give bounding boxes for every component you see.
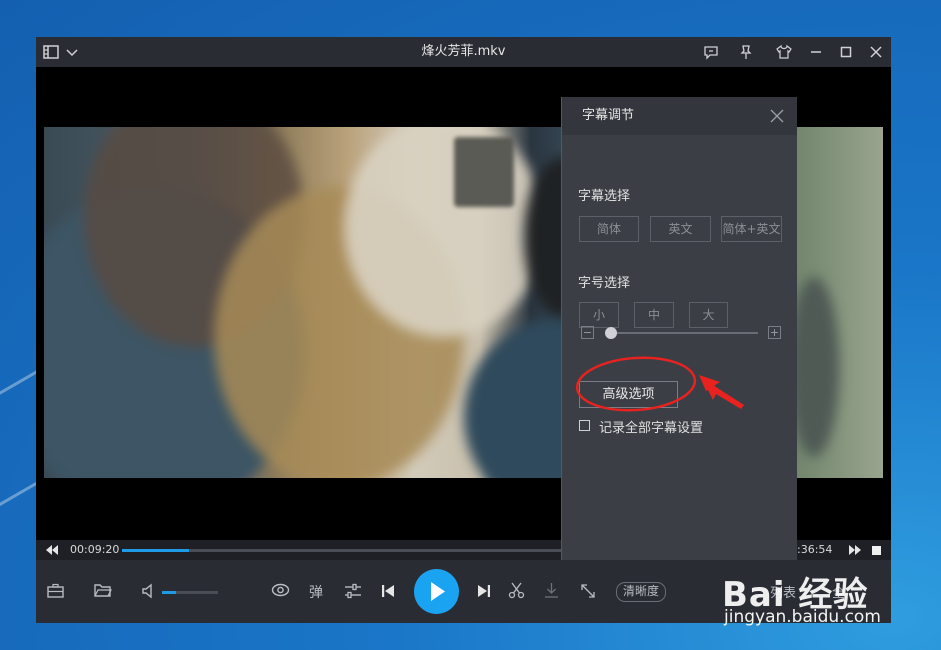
player-window: 烽火芳菲.mkv 00:09:20 1:36:54 弹 清晰度 列表 全 字幕调…: [36, 37, 891, 623]
next-icon[interactable]: [477, 584, 491, 598]
size-slider-handle[interactable]: [605, 327, 617, 339]
watermark-url: jingyan.baidu.com: [724, 607, 881, 627]
panel-title: 字幕调节: [582, 108, 635, 123]
window-title: 烽火芳菲.mkv: [421, 44, 506, 59]
volume-fill: [162, 591, 176, 594]
previous-icon[interactable]: [381, 584, 395, 598]
font-size-medium[interactable]: 中: [634, 302, 674, 328]
fast-forward-icon[interactable]: [848, 544, 862, 556]
stop-icon[interactable]: [872, 546, 881, 555]
equalizer-settings-icon[interactable]: [344, 583, 362, 599]
title-bar: 烽火芳菲.mkv: [36, 37, 891, 67]
font-size-small[interactable]: 小: [579, 302, 619, 328]
current-time: 00:09:20: [70, 543, 120, 556]
maximize-icon[interactable]: [838, 44, 854, 60]
remember-settings-checkbox[interactable]: [579, 420, 590, 431]
seek-bar-fill: [122, 549, 189, 552]
danmaku-button[interactable]: 弹: [309, 582, 323, 602]
close-icon[interactable]: [868, 44, 884, 60]
eye-protection-icon[interactable]: [271, 582, 290, 598]
close-icon[interactable]: [770, 109, 784, 123]
size-decrease-button[interactable]: −: [581, 326, 594, 339]
volume-icon[interactable]: [141, 583, 157, 599]
subtitle-option-english[interactable]: 英文: [650, 216, 711, 242]
panel-header: 字幕调节: [562, 97, 797, 135]
scissors-icon[interactable]: [508, 582, 525, 599]
font-size-large[interactable]: 大: [689, 302, 728, 328]
volume-slider[interactable]: [162, 591, 218, 594]
minimize-icon[interactable]: [808, 44, 824, 60]
subtitle-select-label: 字幕选择: [578, 189, 631, 204]
feedback-icon[interactable]: [703, 44, 719, 60]
toolbox-icon[interactable]: [47, 583, 64, 599]
pin-icon[interactable]: [738, 44, 754, 60]
subtitle-option-simplified[interactable]: 简体: [579, 216, 639, 242]
baidu-watermark: Bai 经验 jingyan.baidu.com: [718, 565, 894, 630]
skin-icon[interactable]: [776, 44, 792, 60]
size-increase-button[interactable]: +: [768, 326, 781, 339]
play-button[interactable]: [414, 569, 459, 614]
rewind-icon[interactable]: [45, 544, 59, 556]
advanced-options-button[interactable]: 高级选项: [579, 381, 678, 408]
font-size-label: 字号选择: [578, 276, 631, 291]
fullscreen-icon[interactable]: [580, 583, 596, 599]
remember-settings-label: 记录全部字幕设置: [599, 421, 704, 436]
play-icon: [431, 582, 445, 601]
open-folder-icon[interactable]: [94, 583, 112, 598]
quality-button[interactable]: 清晰度: [616, 582, 667, 602]
size-slider[interactable]: [608, 332, 758, 334]
subtitle-option-both[interactable]: 简体+英文: [721, 216, 782, 242]
download-icon[interactable]: [544, 582, 559, 599]
subtitle-panel: 字幕调节 字幕选择 简体 英文 简体+英文 字号选择 小 中 大 − + 高级选…: [561, 97, 797, 560]
